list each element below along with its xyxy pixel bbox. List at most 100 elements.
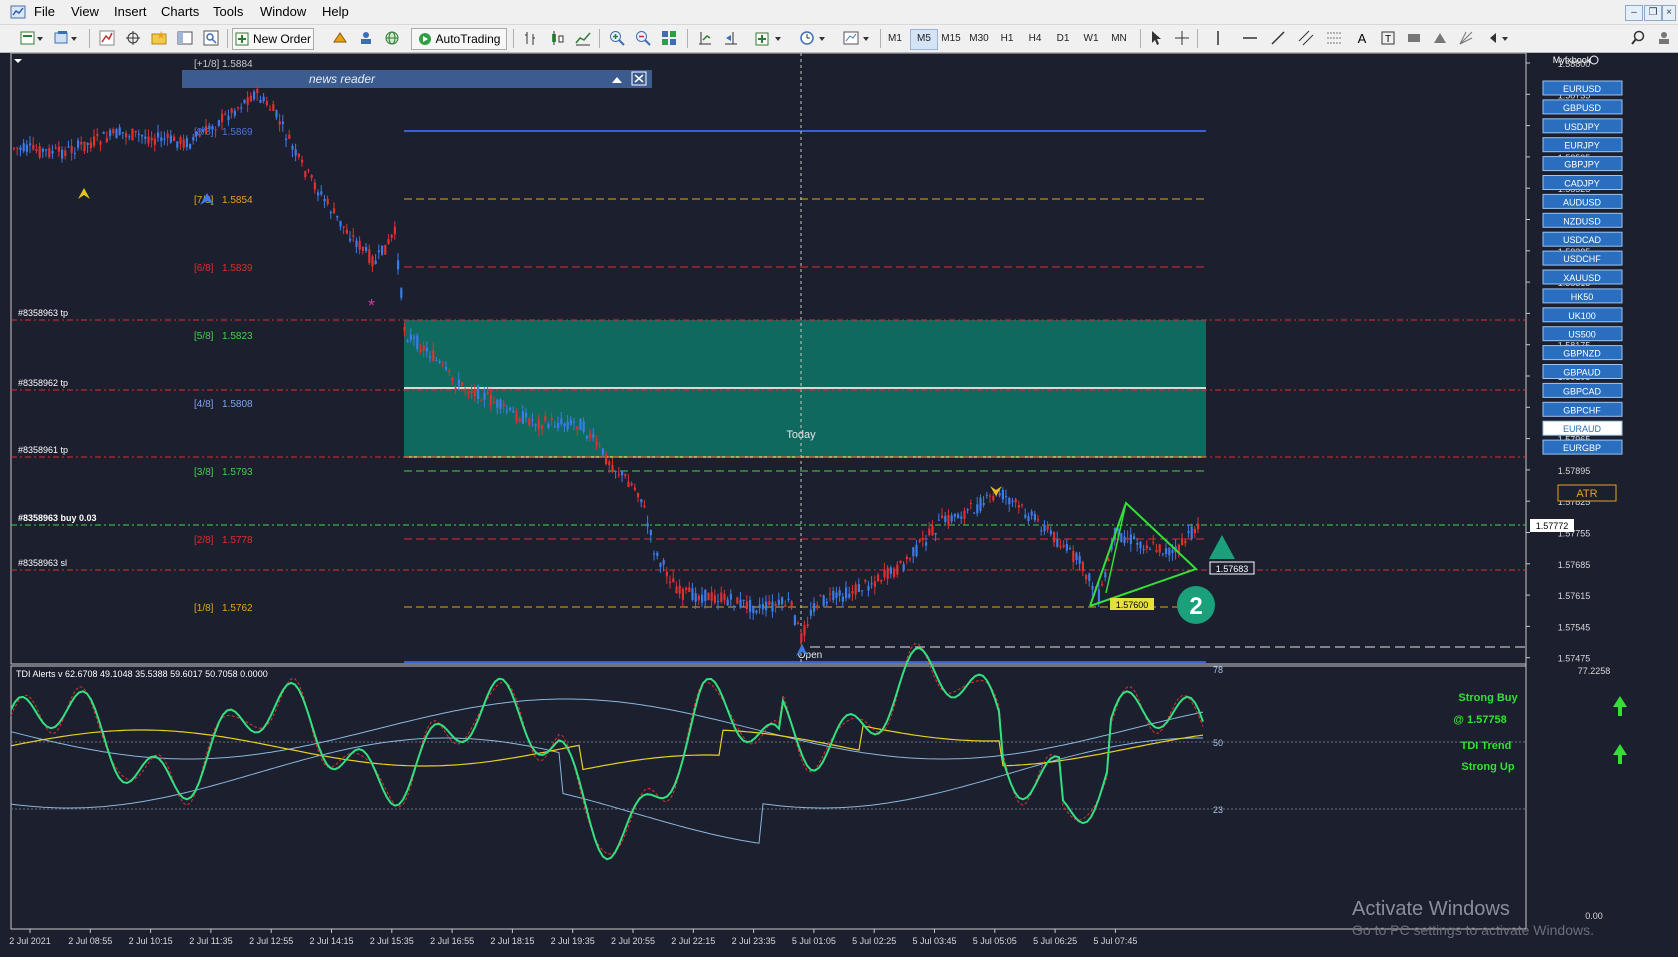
candle-body bbox=[192, 137, 195, 141]
close-button[interactable]: × bbox=[1662, 5, 1676, 21]
news-reader-panel bbox=[182, 70, 652, 88]
tile-windows-button[interactable] bbox=[659, 28, 679, 48]
timeframe-m5[interactable]: M5 bbox=[910, 29, 938, 50]
buy-signal-triangle bbox=[1209, 535, 1235, 559]
arrows-icon bbox=[1490, 33, 1508, 43]
cursor-icon bbox=[1152, 31, 1161, 45]
chart-window[interactable]: 1.588001.587351.586651.585951.585251.584… bbox=[0, 52, 1678, 954]
data-window-button[interactable] bbox=[123, 28, 143, 48]
minimize-button[interactable]: – bbox=[1625, 5, 1643, 21]
chart-shift-button[interactable] bbox=[721, 28, 741, 48]
candle-body bbox=[1133, 536, 1136, 540]
timeframe-m15[interactable]: M15 bbox=[938, 29, 964, 48]
templates-button[interactable] bbox=[840, 28, 876, 48]
candle-body bbox=[141, 135, 144, 137]
trendline-button[interactable] bbox=[1268, 28, 1288, 48]
bar-chart-button[interactable] bbox=[521, 28, 541, 48]
candle-body bbox=[73, 153, 76, 155]
timeframe-m30[interactable]: M30 bbox=[966, 29, 992, 48]
menu-charts[interactable]: Charts bbox=[161, 4, 199, 19]
terminal-button[interactable] bbox=[175, 28, 195, 48]
gann-button[interactable] bbox=[1456, 28, 1476, 48]
line-chart-button[interactable] bbox=[573, 28, 593, 48]
menu-view[interactable]: View bbox=[71, 4, 99, 19]
expert-advisor-button[interactable] bbox=[330, 28, 350, 48]
zoom-in-button[interactable] bbox=[607, 28, 627, 48]
search-button[interactable] bbox=[1628, 28, 1648, 48]
candle-body bbox=[1168, 547, 1171, 556]
candle-body bbox=[771, 601, 774, 612]
myfxbook-label: Myfxbook bbox=[1553, 55, 1592, 65]
market-button[interactable] bbox=[382, 28, 402, 48]
clock-icon bbox=[800, 31, 825, 45]
candle-body bbox=[121, 132, 124, 134]
timeframe-h1[interactable]: H1 bbox=[994, 29, 1020, 48]
text-label-button[interactable]: T bbox=[1378, 28, 1398, 48]
timeframe-w1[interactable]: W1 bbox=[1078, 29, 1104, 48]
arrows-button[interactable] bbox=[1486, 28, 1516, 48]
community-button[interactable] bbox=[1654, 28, 1674, 48]
indicators-button[interactable] bbox=[752, 28, 788, 48]
timeframe-h4[interactable]: H4 bbox=[1022, 29, 1048, 48]
text-tool-button[interactable]: A bbox=[1352, 28, 1372, 48]
pink-star-marker: * bbox=[368, 296, 375, 316]
candle-body bbox=[1197, 523, 1200, 530]
candle-body bbox=[758, 604, 761, 609]
candle-body bbox=[787, 598, 790, 601]
candle-body bbox=[201, 129, 204, 133]
equidistant-channel-button[interactable] bbox=[1296, 28, 1316, 48]
candle-body bbox=[445, 366, 448, 370]
candle-body bbox=[822, 595, 825, 606]
candle-chart-button[interactable] bbox=[547, 28, 567, 48]
candle-body bbox=[390, 234, 393, 238]
menu-tools[interactable]: Tools bbox=[213, 4, 243, 19]
timeframe-m1[interactable]: M1 bbox=[882, 29, 908, 48]
signals-button[interactable] bbox=[356, 28, 376, 48]
zoom-out-button[interactable] bbox=[633, 28, 653, 48]
timeframe-d1[interactable]: D1 bbox=[1050, 29, 1076, 48]
restore-button[interactable]: ❐ bbox=[1644, 5, 1662, 21]
autotrading-label: AutoTrading bbox=[435, 32, 501, 46]
strategy-tester-button[interactable] bbox=[201, 28, 221, 48]
triangle-button[interactable] bbox=[1430, 28, 1450, 48]
menu-file[interactable]: File bbox=[34, 4, 55, 19]
menu-help[interactable]: Help bbox=[322, 4, 349, 19]
menu-window[interactable]: Window bbox=[260, 4, 306, 19]
auto-scroll-button[interactable] bbox=[695, 28, 715, 48]
candle-body bbox=[265, 101, 268, 106]
periods-button[interactable] bbox=[796, 28, 832, 48]
time-tick-label: 5 Jul 06:25 bbox=[1033, 936, 1077, 946]
navigator-button[interactable] bbox=[149, 28, 169, 48]
timeframe-mn[interactable]: MN bbox=[1106, 29, 1132, 48]
candle-body bbox=[803, 625, 806, 636]
new-order-button[interactable]: New Order bbox=[232, 28, 314, 50]
new-chart-button[interactable] bbox=[18, 28, 46, 48]
autotrading-button[interactable]: AutoTrading bbox=[411, 28, 507, 50]
candle-body bbox=[1059, 546, 1062, 548]
candle-body bbox=[441, 363, 444, 365]
profiles-button[interactable] bbox=[52, 28, 80, 48]
menu-insert[interactable]: Insert bbox=[114, 4, 147, 19]
zoom-out-icon bbox=[636, 31, 651, 46]
horizontal-line-button[interactable] bbox=[1240, 28, 1260, 48]
candle-body bbox=[841, 596, 844, 602]
candle-body bbox=[665, 571, 668, 577]
market-watch-button[interactable] bbox=[97, 28, 117, 48]
candle-body bbox=[630, 483, 633, 486]
candle-body bbox=[697, 595, 700, 601]
cursor-button[interactable] bbox=[1146, 28, 1166, 48]
tdi-lower-band bbox=[10, 737, 1203, 844]
triangle-icon bbox=[1434, 33, 1446, 43]
symbol-button-label: EURAUD bbox=[1563, 424, 1602, 434]
candle-body bbox=[646, 523, 649, 527]
candle-body bbox=[813, 603, 816, 612]
candle-body bbox=[1072, 550, 1075, 563]
candle-body bbox=[790, 601, 793, 606]
candle-body bbox=[489, 394, 492, 406]
crosshair-button[interactable] bbox=[1172, 28, 1192, 48]
rectangle-button[interactable] bbox=[1404, 28, 1424, 48]
candle-body bbox=[214, 129, 217, 131]
price-chart[interactable]: 1.588001.587351.586651.585951.585251.584… bbox=[0, 52, 1678, 954]
fibonacci-button[interactable] bbox=[1324, 28, 1344, 48]
vertical-line-button[interactable] bbox=[1208, 28, 1228, 48]
